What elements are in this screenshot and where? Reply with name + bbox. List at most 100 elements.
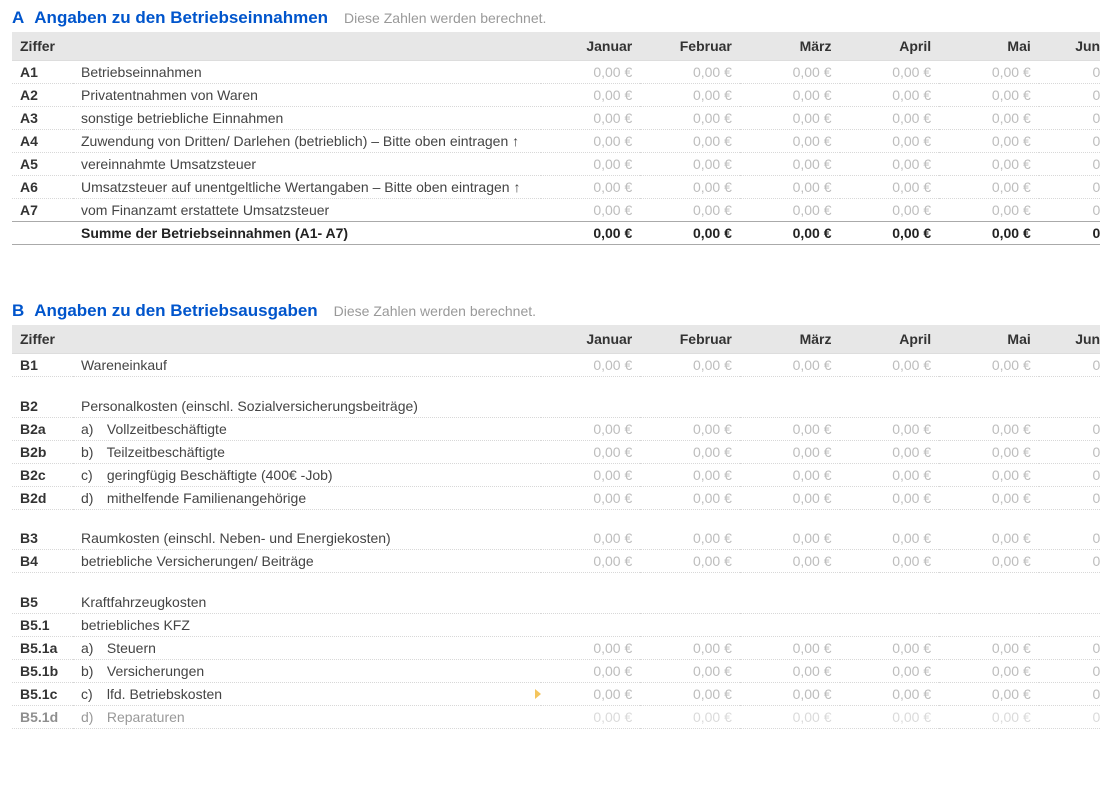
cell-value-cut: 0,0 bbox=[1039, 463, 1100, 486]
cell-value-cut: 0,0 bbox=[1039, 659, 1100, 682]
cell-value: 0,00 € bbox=[541, 440, 641, 463]
desc-cell: Wareneinkauf bbox=[73, 354, 541, 377]
cell-value: 0,00 € bbox=[740, 84, 840, 107]
ziffer-cell: B3 bbox=[12, 527, 73, 550]
col-m1: Februar bbox=[640, 32, 740, 61]
table-row: B3Raumkosten (einschl. Neben- und Energi… bbox=[12, 527, 1100, 550]
ziffer-cell: B2 bbox=[12, 395, 73, 418]
table-row: B5.1betriebliches KFZ bbox=[12, 613, 1100, 636]
desc-cell: betriebliche Versicherungen/ Beiträge bbox=[73, 550, 541, 573]
cell-value: 0,00 € bbox=[740, 550, 840, 573]
cell-value: 0,00 € bbox=[939, 354, 1039, 377]
cell-value: 0,00 € bbox=[740, 199, 840, 222]
table-row: A3sonstige betriebliche Einnahmen0,00 €0… bbox=[12, 107, 1100, 130]
cell-value: 0,00 € bbox=[840, 130, 940, 153]
desc-cell: a) Vollzeitbeschäftigte bbox=[73, 417, 541, 440]
cell-value: 0,00 € bbox=[640, 440, 740, 463]
col-desc-b bbox=[73, 325, 541, 354]
section-a: A Angaben zu den Betriebseinnahmen Diese… bbox=[12, 8, 1100, 245]
table-a: Ziffer Januar Februar März April Mai Jun… bbox=[12, 32, 1100, 245]
desc-cell: c) geringfügig Beschäftigte (400€ -Job) bbox=[73, 463, 541, 486]
table-row: A5vereinnahmte Umsatzsteuer0,00 €0,00 €0… bbox=[12, 153, 1100, 176]
cell-value: 0,00 € bbox=[740, 61, 840, 84]
col-m4: Mai bbox=[939, 32, 1039, 61]
spacer-row bbox=[12, 573, 1100, 591]
col-b-m1: Februar bbox=[640, 325, 740, 354]
ziffer-cell: A7 bbox=[12, 199, 73, 222]
cell-empty bbox=[640, 395, 740, 418]
cell-value: 0,00 € bbox=[939, 486, 1039, 509]
cell-empty bbox=[840, 613, 940, 636]
section-a-head: A Angaben zu den Betriebseinnahmen Diese… bbox=[12, 8, 1100, 28]
cell-value-cut: 0,0 bbox=[1039, 199, 1100, 222]
cell-value: 0,00 € bbox=[840, 550, 940, 573]
col-m0: Januar bbox=[541, 32, 641, 61]
cell-value: 0,00 € bbox=[840, 107, 940, 130]
cell-value-cut: 0,0 bbox=[1039, 222, 1100, 245]
desc-cell: vereinnahmte Umsatzsteuer bbox=[73, 153, 541, 176]
cell-value-cut: 0,0 bbox=[1039, 636, 1100, 659]
desc-cell: b) Versicherungen bbox=[73, 659, 541, 682]
cell-empty bbox=[740, 613, 840, 636]
cell-value: 0,00 € bbox=[740, 222, 840, 245]
desc-cell: b) Teilzeitbeschäftigte bbox=[73, 440, 541, 463]
cell-value: 0,00 € bbox=[740, 682, 840, 705]
desc-cell: vom Finanzamt erstattete Umsatzsteuer bbox=[73, 199, 541, 222]
col-b-m5: Juni bbox=[1039, 325, 1100, 354]
cell-value-cut: 0,0 bbox=[1039, 107, 1100, 130]
cell-empty bbox=[840, 591, 940, 614]
col-b-m3: April bbox=[840, 325, 940, 354]
table-row: B5.1dd) Reparaturen0,00 €0,00 €0,00 €0,0… bbox=[12, 705, 1100, 728]
cell-value: 0,00 € bbox=[939, 107, 1039, 130]
cell-value: 0,00 € bbox=[541, 176, 641, 199]
cell-value-cut: 0,0 bbox=[1039, 130, 1100, 153]
desc-cell: Kraftfahrzeugkosten bbox=[73, 591, 541, 614]
cell-value: 0,00 € bbox=[840, 527, 940, 550]
cell-value: 0,00 € bbox=[541, 527, 641, 550]
table-row: B5Kraftfahrzeugkosten bbox=[12, 591, 1100, 614]
cell-empty bbox=[939, 613, 1039, 636]
table-row: A1Betriebseinnahmen0,00 €0,00 €0,00 €0,0… bbox=[12, 61, 1100, 84]
cell-value-cut: 0,0 bbox=[1039, 550, 1100, 573]
desc-cell: d) Reparaturen bbox=[73, 705, 541, 728]
section-b-letter: B bbox=[12, 301, 24, 321]
cell-value: 0,00 € bbox=[840, 440, 940, 463]
desc-cell: Privatentnahmen von Waren bbox=[73, 84, 541, 107]
ziffer-cell: A5 bbox=[12, 153, 73, 176]
table-row: B5.1bb) Versicherungen0,00 €0,00 €0,00 €… bbox=[12, 659, 1100, 682]
table-row: B1Wareneinkauf0,00 €0,00 €0,00 €0,00 €0,… bbox=[12, 354, 1100, 377]
cell-value: 0,00 € bbox=[740, 527, 840, 550]
cell-empty bbox=[939, 591, 1039, 614]
cell-empty bbox=[740, 591, 840, 614]
cell-empty bbox=[740, 395, 840, 418]
cell-value: 0,00 € bbox=[740, 130, 840, 153]
table-row: A7vom Finanzamt erstattete Umsatzsteuer0… bbox=[12, 199, 1100, 222]
cell-value-cut: 0,0 bbox=[1039, 354, 1100, 377]
col-b-m4: Mai bbox=[939, 325, 1039, 354]
table-b-head-row: Ziffer Januar Februar März April Mai Jun… bbox=[12, 325, 1100, 354]
ziffer-cell bbox=[12, 222, 73, 245]
ziffer-cell: B2b bbox=[12, 440, 73, 463]
section-a-title: Angaben zu den Betriebseinnahmen bbox=[34, 8, 328, 28]
cell-value: 0,00 € bbox=[740, 440, 840, 463]
cell-value: 0,00 € bbox=[939, 61, 1039, 84]
ziffer-cell: B5.1d bbox=[12, 705, 73, 728]
cell-value: 0,00 € bbox=[939, 659, 1039, 682]
cell-empty bbox=[1039, 591, 1100, 614]
cell-value: 0,00 € bbox=[541, 682, 641, 705]
cell-value: 0,00 € bbox=[840, 199, 940, 222]
cell-value: 0,00 € bbox=[840, 417, 940, 440]
col-m3: April bbox=[840, 32, 940, 61]
cell-value: 0,00 € bbox=[541, 199, 641, 222]
cell-value: 0,00 € bbox=[840, 176, 940, 199]
cell-value: 0,00 € bbox=[640, 107, 740, 130]
table-row: A6Umsatzsteuer auf unentgeltliche Wertan… bbox=[12, 176, 1100, 199]
ziffer-cell: B5.1a bbox=[12, 636, 73, 659]
table-row: B2aa) Vollzeitbeschäftigte0,00 €0,00 €0,… bbox=[12, 417, 1100, 440]
cell-value: 0,00 € bbox=[840, 463, 940, 486]
cell-value: 0,00 € bbox=[740, 486, 840, 509]
desc-cell: a) Steuern bbox=[73, 636, 541, 659]
col-ziffer: Ziffer bbox=[12, 32, 73, 61]
cell-value: 0,00 € bbox=[939, 463, 1039, 486]
ziffer-cell: B5.1b bbox=[12, 659, 73, 682]
